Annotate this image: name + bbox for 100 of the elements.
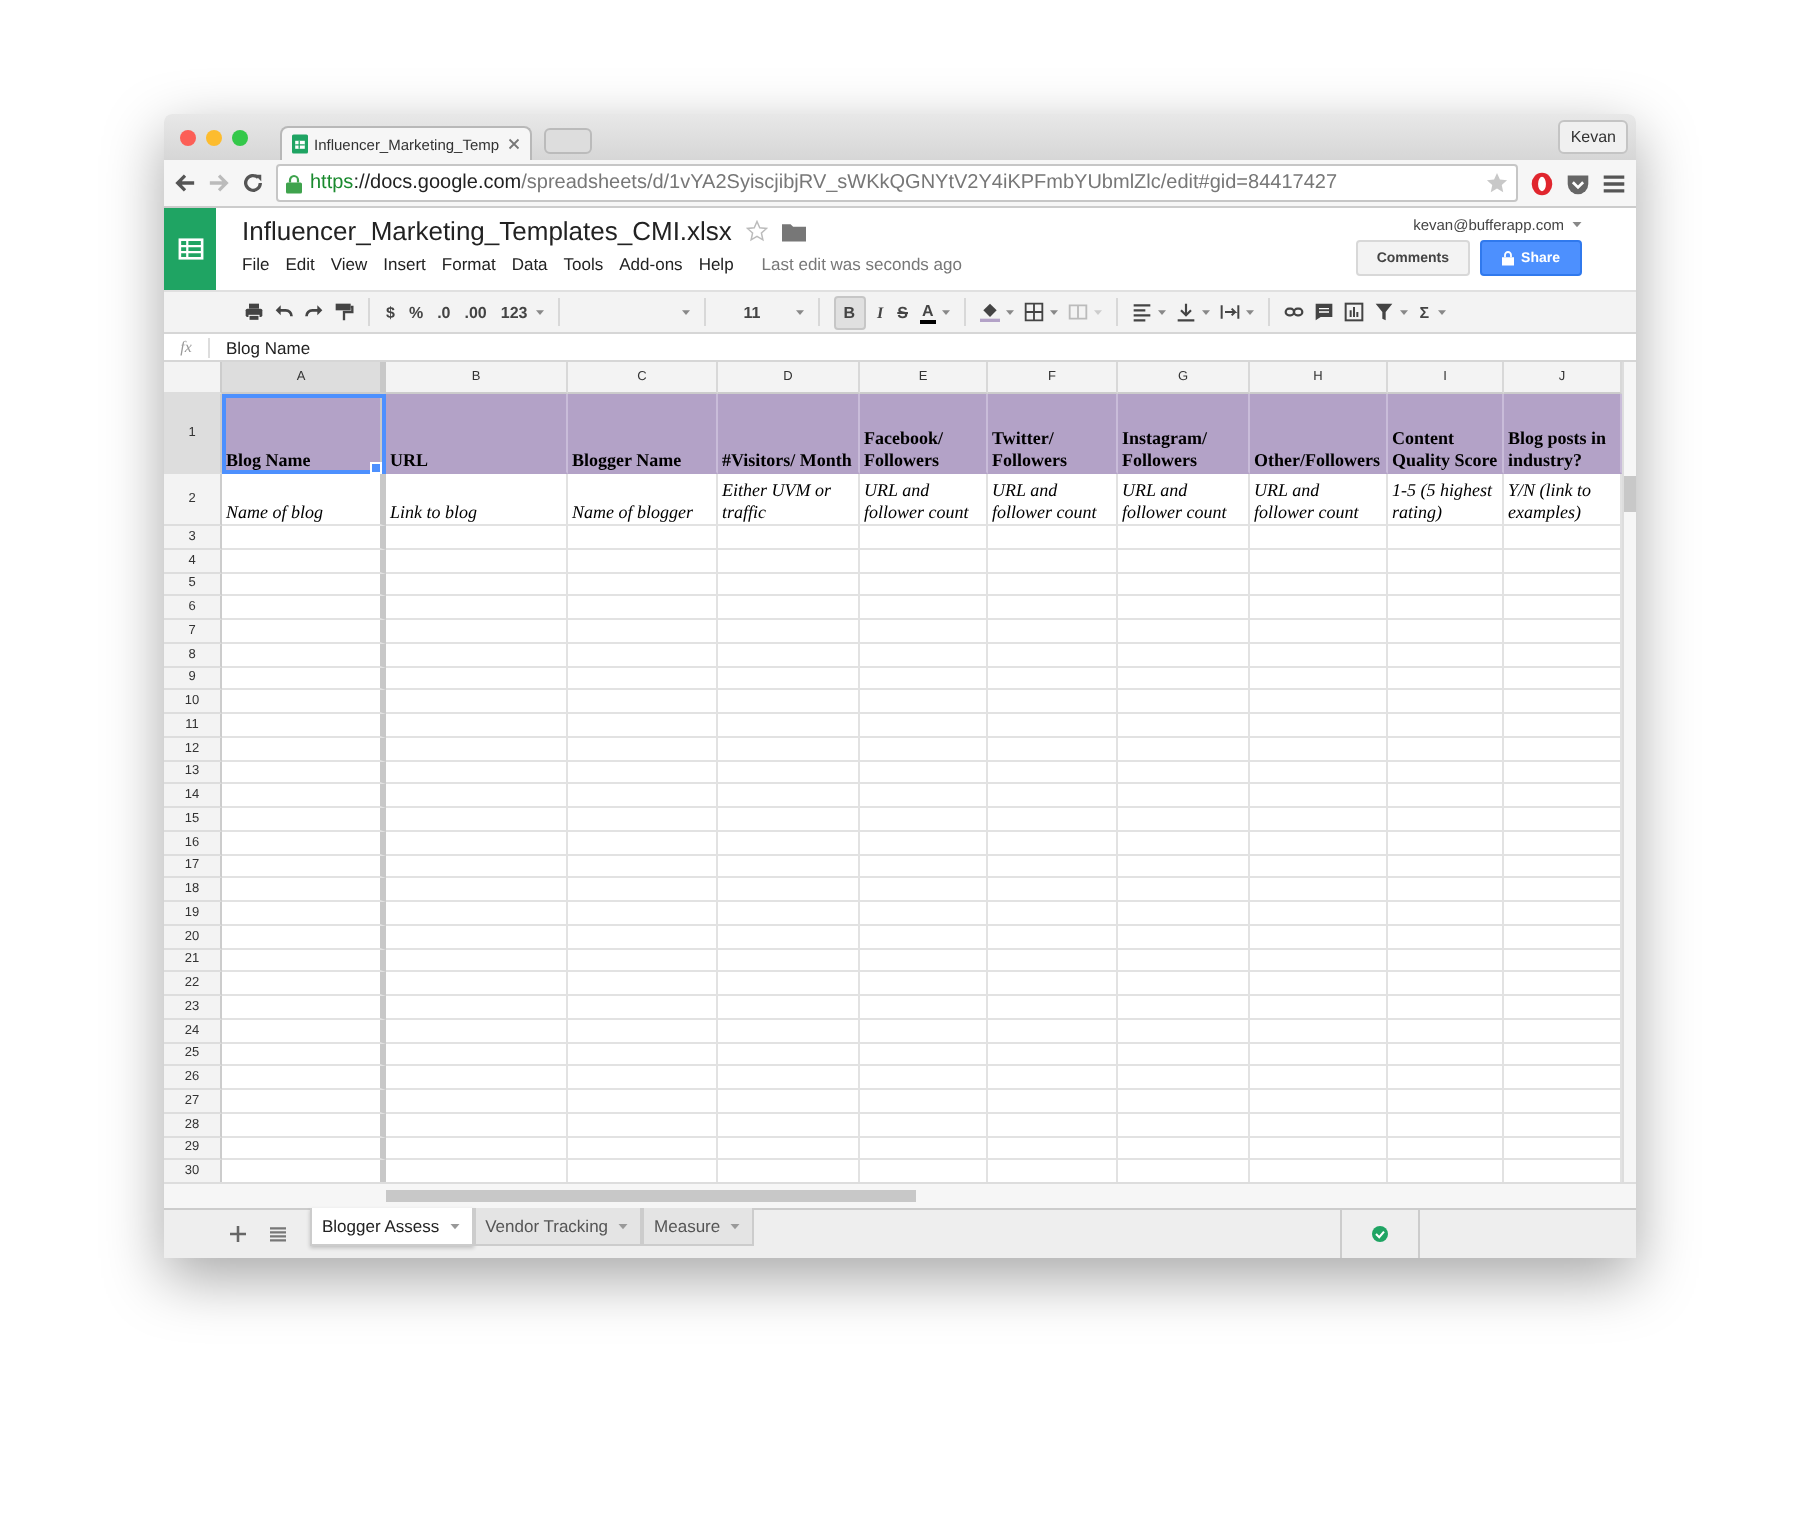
- table-cell: [988, 1066, 1118, 1090]
- more-formats-button[interactable]: 123: [498, 303, 530, 321]
- star-icon[interactable]: [1486, 172, 1508, 194]
- borders-icon[interactable]: [1023, 302, 1044, 322]
- caret-icon: [730, 1223, 741, 1229]
- caret-icon: [681, 309, 690, 315]
- redo-icon[interactable]: [304, 302, 324, 322]
- address-bar[interactable]: https://docs.google.com/spreadsheets/d/1vYA2SyiscjibjRV_sWKkQGNYtV2Y4iKPFmbYUbmlZlc/edit#gid=84417427: [276, 164, 1518, 202]
- table-cell: URL and follower count: [1118, 474, 1250, 526]
- forward-icon[interactable]: [208, 172, 230, 194]
- table-cell: [1388, 996, 1504, 1020]
- profile-button[interactable]: Kevan: [1558, 120, 1628, 154]
- caret-icon[interactable]: [1049, 309, 1058, 315]
- comment-icon[interactable]: [1313, 302, 1334, 322]
- sheets-logo[interactable]: [164, 208, 216, 290]
- bold-button[interactable]: B: [833, 295, 866, 329]
- font-size-dropdown[interactable]: 11: [719, 303, 804, 321]
- sheet-tab[interactable]: Blogger Assess: [310, 1208, 474, 1246]
- folder-icon[interactable]: [781, 221, 806, 241]
- menu-item[interactable]: Help: [698, 254, 734, 274]
- table-cell: [860, 761, 988, 785]
- vertical-align-icon[interactable]: [1175, 302, 1196, 322]
- table-cell: Twitter/ Followers: [988, 394, 1118, 474]
- pocket-icon[interactable]: [1566, 171, 1590, 195]
- menu-item[interactable]: Add-ons: [619, 254, 683, 274]
- menu-item[interactable]: Data: [511, 254, 548, 274]
- text-wrap-icon[interactable]: [1219, 302, 1240, 322]
- vertical-scrollbar[interactable]: [1622, 362, 1636, 1182]
- caret-icon[interactable]: [1572, 222, 1582, 228]
- caret-icon[interactable]: [535, 309, 544, 315]
- align-left-icon[interactable]: [1131, 302, 1152, 322]
- text-color-button[interactable]: A: [919, 301, 936, 323]
- menu-item[interactable]: File: [242, 254, 270, 274]
- table-cell: [988, 878, 1118, 902]
- table-cell: [718, 808, 860, 832]
- functions-button[interactable]: Σ: [1417, 303, 1432, 321]
- sheet-tab[interactable]: Vendor Tracking: [473, 1208, 643, 1246]
- currency-format-button[interactable]: $: [384, 303, 397, 321]
- table-cell: [988, 855, 1118, 879]
- link-icon[interactable]: [1283, 302, 1304, 322]
- filter-icon[interactable]: [1373, 302, 1394, 322]
- table-cell: [1250, 808, 1388, 832]
- table-cell: [1388, 620, 1504, 644]
- menu-item[interactable]: Format: [441, 254, 496, 274]
- caret-icon[interactable]: [1157, 309, 1166, 315]
- table-cell: [1388, 667, 1504, 691]
- table-cell: [860, 925, 988, 949]
- italic-button[interactable]: I: [875, 303, 886, 321]
- caret-icon[interactable]: [1399, 309, 1408, 315]
- menu-item[interactable]: View: [330, 254, 368, 274]
- chart-icon[interactable]: [1343, 302, 1364, 322]
- caret-icon[interactable]: [1437, 309, 1446, 315]
- table-cell: [1388, 855, 1504, 879]
- star-icon[interactable]: [745, 220, 768, 242]
- print-icon[interactable]: [244, 302, 264, 322]
- table-cell: [860, 620, 988, 644]
- table-cell: [1250, 1113, 1388, 1137]
- caret-icon[interactable]: [1201, 309, 1210, 315]
- table-cell: [1118, 761, 1250, 785]
- sheet-list-icon[interactable]: [270, 1226, 286, 1242]
- merge-cells-icon[interactable]: [1067, 302, 1088, 322]
- table-cell: [1250, 1043, 1388, 1067]
- paint-roller-icon[interactable]: [334, 302, 354, 322]
- caret-icon[interactable]: [1245, 309, 1254, 315]
- back-icon[interactable]: [174, 172, 196, 194]
- caret-icon[interactable]: [941, 309, 950, 315]
- table-cell: [988, 690, 1118, 714]
- decrease-decimals-button[interactable]: .0: [435, 303, 453, 321]
- table-cell: [718, 667, 860, 691]
- last-edit-status[interactable]: Last edit was seconds ago: [761, 254, 962, 274]
- percent-format-button[interactable]: %: [406, 303, 426, 321]
- table-cell: [1388, 831, 1504, 855]
- menu-item[interactable]: Tools: [563, 254, 604, 274]
- table-cell: [860, 1113, 988, 1137]
- sheet-tab[interactable]: Measure: [642, 1208, 755, 1246]
- fill-color-icon[interactable]: [979, 302, 1000, 322]
- document-title[interactable]: Influencer_Marketing_Templates_CMI.xlsx: [242, 216, 732, 246]
- extension-icon[interactable]: [1530, 171, 1554, 195]
- table-cell: [860, 996, 988, 1020]
- table-cell: [1388, 1113, 1504, 1137]
- add-sheet-icon[interactable]: [230, 1226, 246, 1242]
- menu-item[interactable]: Insert: [383, 254, 426, 274]
- menu-item[interactable]: Edit: [285, 254, 315, 274]
- reload-icon[interactable]: [242, 172, 264, 194]
- strikethrough-button[interactable]: S: [895, 303, 910, 321]
- undo-icon[interactable]: [274, 302, 294, 322]
- table-cell: [718, 549, 860, 573]
- menu-icon[interactable]: [1602, 171, 1626, 195]
- table-cell: #Visitors/ Month: [718, 394, 860, 474]
- table-cell: [860, 949, 988, 973]
- table-cell: 1-5 (5 highest rating): [1388, 474, 1504, 526]
- table-cell: [860, 526, 988, 550]
- table-cell: [1118, 808, 1250, 832]
- increase-decimals-button[interactable]: .00: [462, 303, 489, 321]
- close-window-button[interactable]: [180, 129, 196, 145]
- table-cell: [988, 808, 1118, 832]
- caret-icon[interactable]: [1005, 309, 1014, 315]
- table-cell: [1250, 855, 1388, 879]
- formula-input[interactable]: Blog Name: [226, 337, 311, 357]
- close-icon[interactable]: [508, 138, 520, 150]
